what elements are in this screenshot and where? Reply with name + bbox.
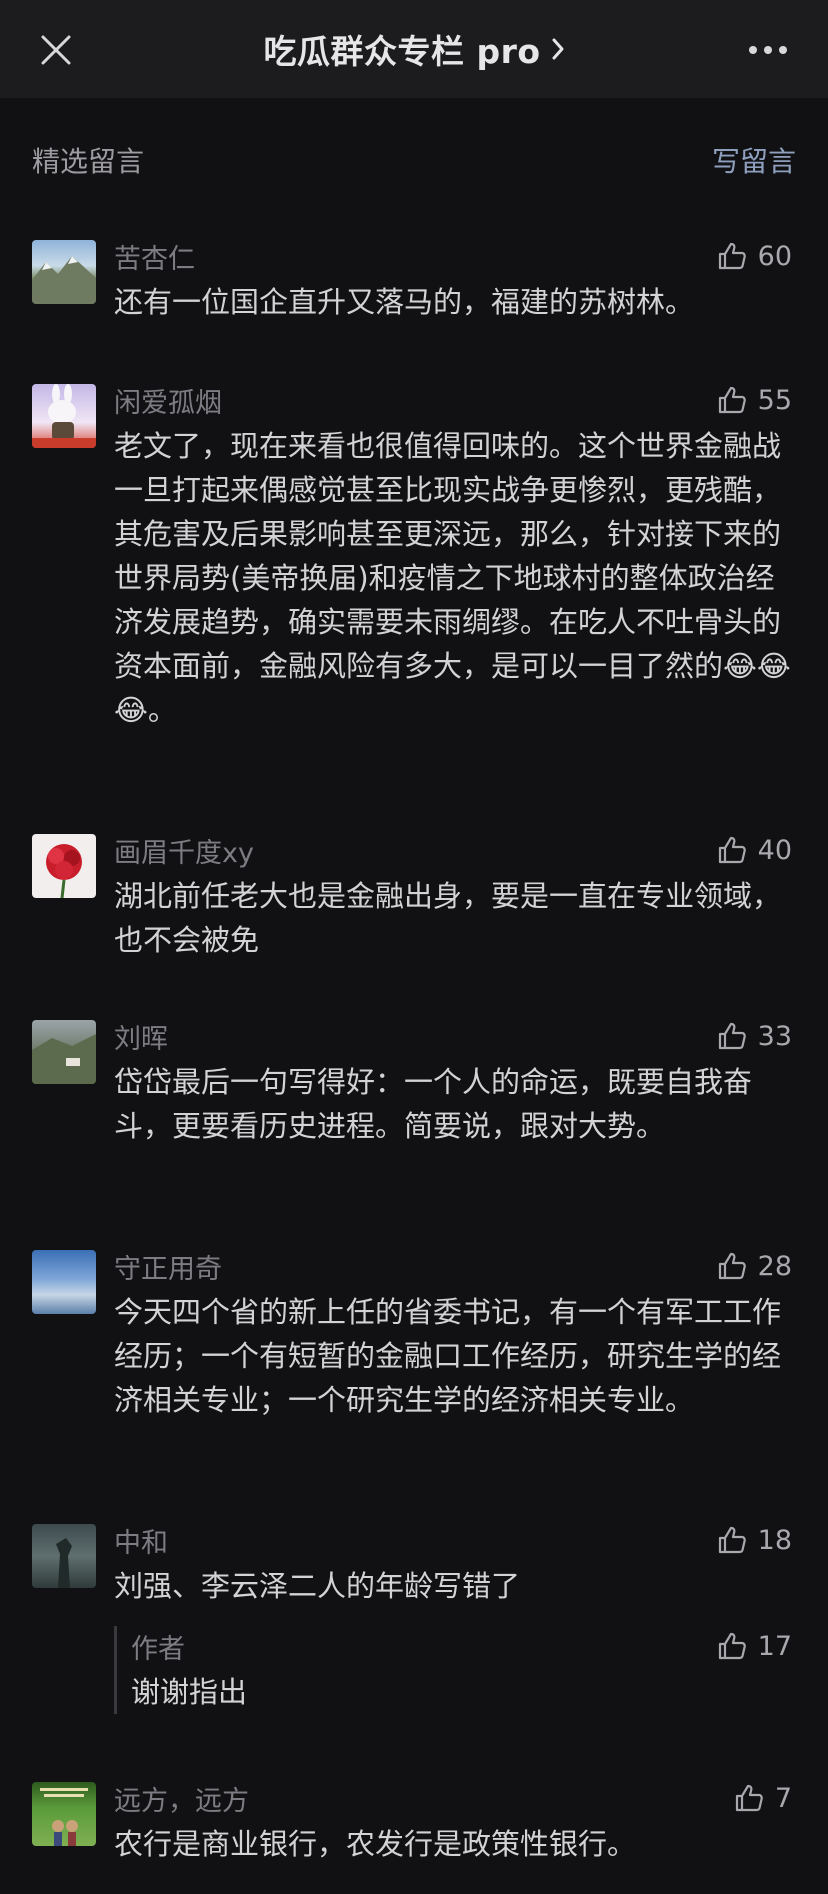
like-button[interactable]: 7 — [733, 1782, 792, 1814]
comment-text: 刘强、李云泽二人的年龄写错了 — [114, 1569, 521, 1603]
selected-comments-title: 精选留言 — [32, 145, 145, 178]
comment-item: 闲爱孤烟 55 老文了，现在来看也很值得回味的。这个世界金融战一旦打起来偶感觉甚… — [0, 380, 828, 800]
section-header: 精选留言 写留言 — [32, 138, 796, 182]
like-button[interactable]: 55 — [716, 384, 792, 416]
author-reply: 作者 17 谢谢指出 — [114, 1626, 792, 1714]
comment-item: 守正用奇 28 今天四个省的新上任的省委书记，有一个有军工工作经历；一个有短暂的… — [0, 1246, 828, 1492]
thumbs-up-icon — [735, 1784, 763, 1812]
comment-text: 岱岱最后一句写得好：一个人的命运，既要自我奋斗，更要看历史进程。简要说，跟对大势… — [114, 1065, 753, 1143]
avatar[interactable] — [32, 1250, 96, 1314]
thumbs-up-icon — [718, 836, 746, 864]
avatar[interactable] — [32, 1020, 96, 1084]
comment-item: 苦杏仁 60 还有一位国企直升又落马的，福建的苏树林。 — [0, 236, 828, 354]
like-button[interactable]: 28 — [716, 1250, 792, 1282]
avatar[interactable] — [32, 384, 96, 448]
like-button[interactable]: 60 — [716, 240, 792, 272]
comment-text: 今天四个省的新上任的省委书记，有一个有军工工作经历；一个有短暂的金融口工作经历，… — [114, 1295, 782, 1417]
comment-nickname: 刘晖 — [114, 1023, 168, 1055]
avatar[interactable] — [32, 240, 96, 304]
comment-nickname: 闲爱孤烟 — [114, 387, 222, 419]
like-count: 33 — [757, 1020, 792, 1052]
comment-text: 农行是商业银行，农发行是政策性银行。 — [114, 1827, 637, 1861]
comment-item: 中和 18 刘强、李云泽二人的年龄写错了 作者 17 谢谢指出 — [0, 1520, 828, 1742]
chevron-right-icon — [551, 37, 565, 61]
thumbs-up-icon — [718, 1252, 746, 1280]
like-button[interactable]: 17 — [716, 1630, 792, 1662]
reply-text: 谢谢指出 — [131, 1675, 248, 1709]
comment-text: 湖北前任老大也是金融出身，要是一直在专业领域，也不会被免 — [114, 879, 782, 957]
like-count: 18 — [757, 1524, 792, 1556]
like-button[interactable]: 40 — [716, 834, 792, 866]
comment-list: 苦杏仁 60 还有一位国企直升又落马的，福建的苏树林。 闲爱孤烟 55 老文了，… — [0, 236, 828, 1888]
comment-text: 老文了，现在来看也很值得回味的。这个世界金融战一旦打起来偶感觉甚至比现实战争更惨… — [114, 429, 791, 727]
avatar[interactable] — [32, 1782, 96, 1846]
like-button[interactable]: 18 — [716, 1524, 792, 1556]
write-comment-link[interactable]: 写留言 — [712, 140, 796, 180]
reply-author: 作者 — [131, 1633, 185, 1665]
comment-nickname: 画眉千度xy — [114, 837, 254, 869]
comment-item: 远方，远方 7 农行是商业银行，农发行是政策性银行。 — [0, 1778, 828, 1888]
comment-item: 画眉千度xy 40 湖北前任老大也是金融出身，要是一直在专业领域，也不会被免 — [0, 830, 828, 990]
thumbs-up-icon — [718, 386, 746, 414]
column-title-link[interactable]: 吃瓜群众专栏 pro — [263, 25, 564, 73]
comment-nickname: 守正用奇 — [114, 1253, 222, 1285]
like-count: 7 — [774, 1782, 792, 1814]
thumbs-up-icon — [718, 1632, 746, 1660]
comment-nickname: 远方，远方 — [114, 1785, 249, 1817]
like-count: 17 — [757, 1630, 792, 1662]
more-icon — [749, 46, 787, 54]
like-count: 60 — [757, 240, 792, 272]
like-count: 55 — [757, 384, 792, 416]
close-icon — [41, 35, 71, 65]
like-count: 28 — [757, 1250, 792, 1282]
avatar[interactable] — [32, 834, 96, 898]
comment-nickname: 苦杏仁 — [114, 243, 195, 275]
thumbs-up-icon — [718, 1526, 746, 1554]
thumbs-up-icon — [718, 242, 746, 270]
like-count: 40 — [757, 834, 792, 866]
comment-text: 还有一位国企直升又落马的，福建的苏树林。 — [114, 285, 695, 319]
comment-nickname: 中和 — [114, 1527, 168, 1559]
close-button[interactable] — [36, 30, 76, 70]
page-title: 吃瓜群众专栏 pro — [263, 32, 541, 71]
avatar[interactable] — [32, 1524, 96, 1588]
more-button[interactable] — [744, 30, 792, 70]
like-button[interactable]: 33 — [716, 1020, 792, 1052]
thumbs-up-icon — [718, 1022, 746, 1050]
comment-item: 刘晖 33 岱岱最后一句写得好：一个人的命运，既要自我奋斗，更要看历史进程。简要… — [0, 1016, 828, 1218]
top-navigation-bar: 吃瓜群众专栏 pro — [0, 0, 828, 98]
